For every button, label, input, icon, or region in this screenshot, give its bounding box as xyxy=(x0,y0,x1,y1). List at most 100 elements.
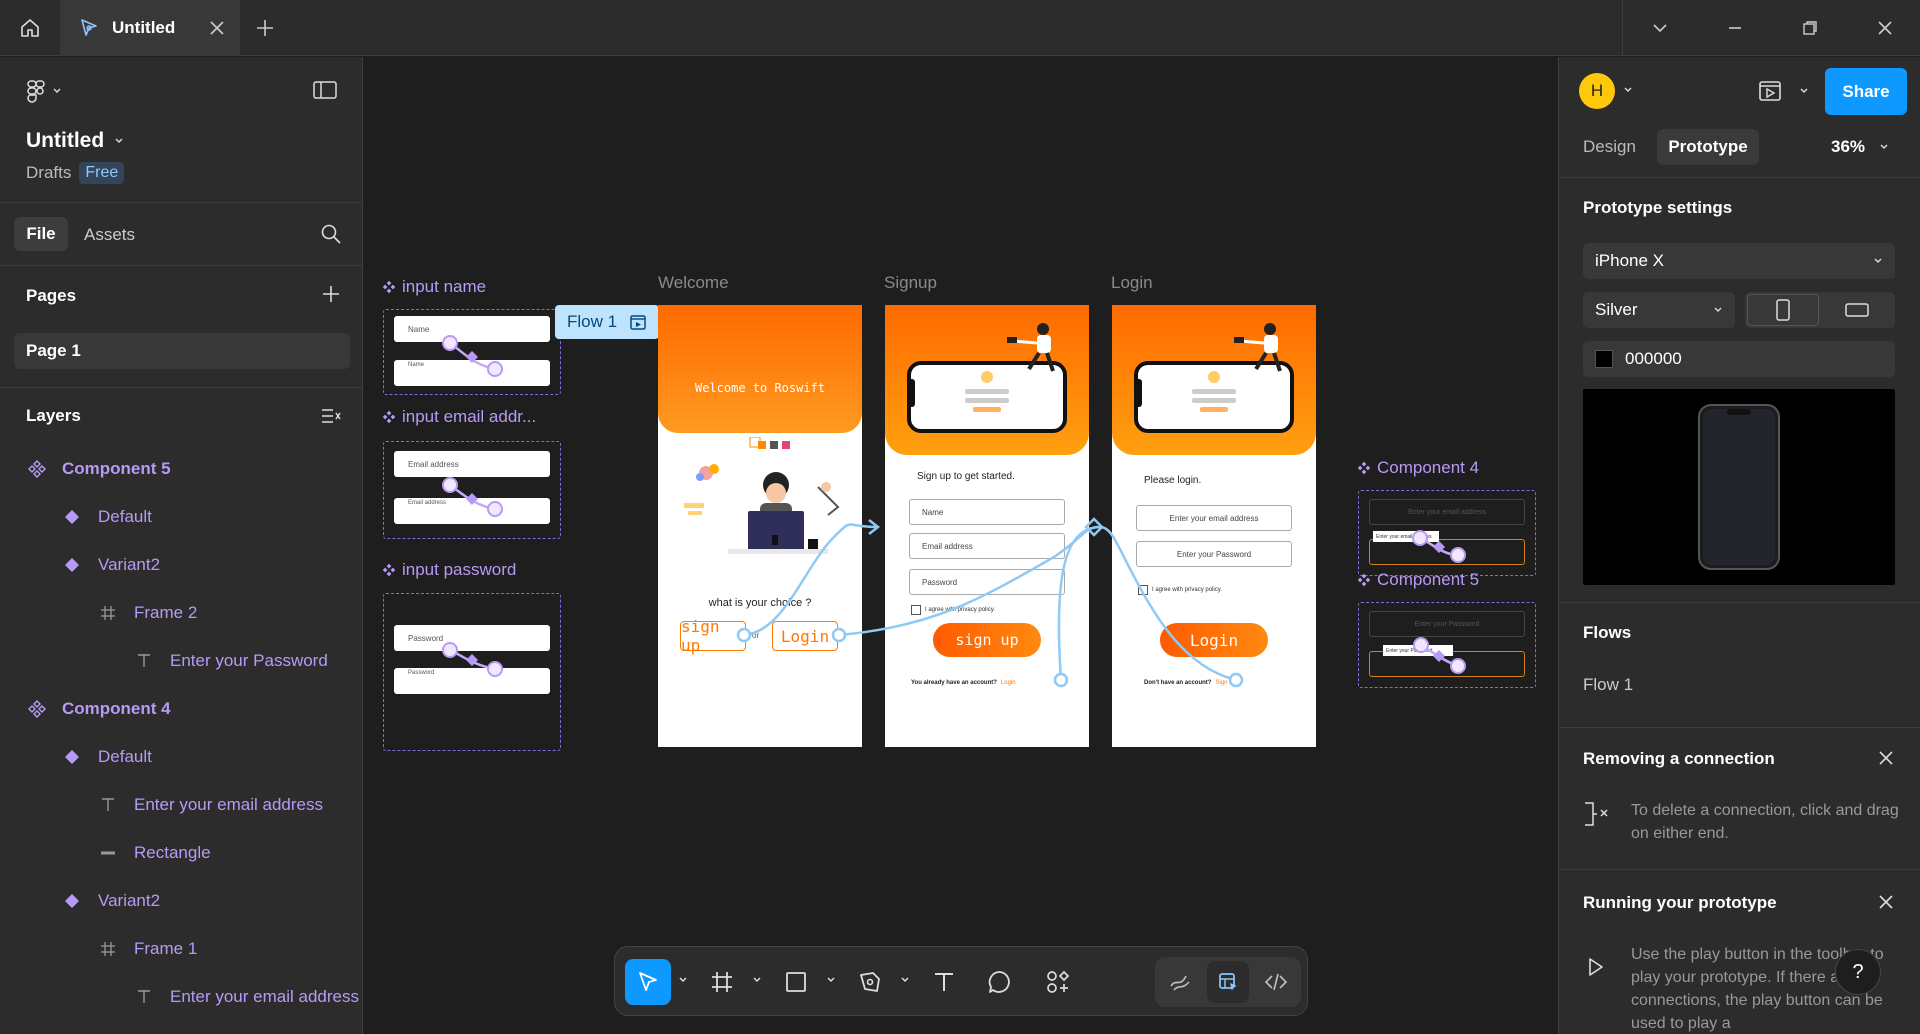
present-button[interactable] xyxy=(1757,78,1783,104)
frame-icon xyxy=(709,969,735,995)
close-window-button[interactable] xyxy=(1855,0,1915,56)
chevron-down-icon[interactable] xyxy=(751,974,763,986)
landscape-button[interactable] xyxy=(1821,294,1893,326)
layer-variant-default[interactable]: Default xyxy=(64,497,152,537)
chevron-down-icon[interactable] xyxy=(899,974,911,986)
layer-text-enter-email[interactable]: Enter your email address xyxy=(136,977,362,1017)
layer-text-enter-email[interactable]: Enter your email address xyxy=(100,785,323,825)
pen-tool[interactable] xyxy=(847,959,893,1005)
divider xyxy=(0,202,363,203)
chevron-down-icon xyxy=(1873,256,1883,266)
flow-item[interactable]: Flow 1 xyxy=(1583,675,1633,695)
page-item-page-1[interactable]: Page 1 xyxy=(14,333,350,369)
color-swatch[interactable] xyxy=(1595,350,1613,368)
tab-prototype[interactable]: Prototype xyxy=(1657,129,1759,165)
tabs-dropdown-button[interactable] xyxy=(1630,0,1690,56)
shape-tool[interactable] xyxy=(773,959,819,1005)
search-button[interactable] xyxy=(320,223,342,245)
layer-variant-variant2[interactable]: Variant2 xyxy=(64,881,160,921)
chevron-down-icon xyxy=(1879,142,1889,152)
device-select[interactable]: iPhone X xyxy=(1583,243,1895,279)
variant-icon xyxy=(64,893,80,909)
layer-text-enter-password[interactable]: Enter your Password xyxy=(136,641,328,681)
move-tool[interactable] xyxy=(625,959,671,1005)
draw-icon xyxy=(1168,970,1192,994)
chevron-down-icon[interactable] xyxy=(677,974,689,986)
divider xyxy=(0,265,363,266)
comment-icon xyxy=(987,969,1013,995)
layer-frame-2[interactable]: Frame 2 xyxy=(100,593,197,633)
text-tool[interactable] xyxy=(921,959,967,1005)
minimize-button[interactable] xyxy=(1705,0,1765,56)
resources-tool[interactable] xyxy=(1035,959,1081,1005)
restore-button[interactable] xyxy=(1780,0,1840,56)
layer-variant-variant2[interactable]: Variant2 xyxy=(64,545,160,585)
device-model-select[interactable]: Silver xyxy=(1583,292,1735,328)
pages-heading: Pages xyxy=(26,286,77,305)
chevron-down-icon xyxy=(114,136,124,146)
dismiss-tip-button[interactable] xyxy=(1877,893,1895,911)
avatar[interactable]: H xyxy=(1579,73,1615,109)
layer-label: Component 5 xyxy=(62,459,171,478)
chevron-down-icon[interactable] xyxy=(1799,86,1809,96)
portrait-button[interactable] xyxy=(1747,294,1819,326)
cursor-icon xyxy=(635,969,661,995)
share-button[interactable]: Share xyxy=(1825,68,1907,115)
tab-file[interactable]: File xyxy=(14,217,68,251)
collapse-layers-button[interactable] xyxy=(320,406,342,426)
layers-heading: Layers xyxy=(26,406,81,425)
chevron-down-icon[interactable] xyxy=(1623,85,1633,95)
close-icon xyxy=(1876,19,1894,37)
layer-rectangle[interactable]: Rectangle xyxy=(100,833,211,873)
iphone-frame-icon xyxy=(1697,403,1781,571)
layer-label: Frame 2 xyxy=(134,603,198,622)
variant-icon xyxy=(64,749,80,765)
sidebar-icon xyxy=(312,79,338,101)
bottom-toolbar xyxy=(614,946,1308,1016)
rectangle-icon xyxy=(783,969,809,995)
comment-tool[interactable] xyxy=(977,959,1023,1005)
text-icon xyxy=(931,969,957,995)
layer-label: Enter your email address xyxy=(134,795,323,814)
layer-frame-1[interactable]: Frame 1 xyxy=(100,929,197,969)
figma-file-icon xyxy=(78,17,100,39)
tab-untitled[interactable]: Untitled xyxy=(60,0,240,56)
text-icon xyxy=(100,797,116,813)
layer-label: Default xyxy=(98,507,152,526)
tab-assets[interactable]: Assets xyxy=(84,225,135,245)
close-icon xyxy=(1877,749,1895,767)
file-name-menu[interactable]: Untitled xyxy=(26,129,124,153)
zoom-control[interactable]: 36% xyxy=(1831,137,1889,157)
model-value: Silver xyxy=(1595,300,1638,319)
plus-icon xyxy=(255,18,275,38)
code-icon xyxy=(1264,970,1288,994)
draw-mode-button[interactable] xyxy=(1159,961,1201,1003)
canvas[interactable]: input name Name Name input email addr...… xyxy=(364,57,1557,1034)
disconnect-icon xyxy=(1583,799,1611,829)
chevron-down-icon[interactable] xyxy=(825,974,837,986)
layer-component-4[interactable]: Component 4 xyxy=(28,689,171,729)
design-mode-button[interactable] xyxy=(1207,961,1249,1003)
layer-variant-default[interactable]: Default xyxy=(64,737,152,777)
dismiss-tip-button[interactable] xyxy=(1877,749,1895,767)
home-button[interactable] xyxy=(0,0,60,56)
divider xyxy=(1559,727,1920,728)
background-color-input[interactable]: 000000 xyxy=(1583,341,1895,377)
new-tab-button[interactable] xyxy=(240,0,290,56)
dev-mode-button[interactable] xyxy=(1255,961,1297,1003)
main-menu-button[interactable] xyxy=(26,79,62,103)
divider xyxy=(1559,602,1920,603)
frame-tool[interactable] xyxy=(699,959,745,1005)
toggle-sidebar-button[interactable] xyxy=(312,79,338,101)
add-page-button[interactable] xyxy=(321,284,341,304)
layer-component-5[interactable]: Component 5 xyxy=(28,449,171,489)
zoom-value: 36% xyxy=(1831,137,1866,156)
file-location[interactable]: Drafts xyxy=(26,163,71,183)
divider xyxy=(1559,177,1920,178)
plan-badge[interactable]: Free xyxy=(79,162,125,184)
help-button[interactable]: ? xyxy=(1835,949,1881,995)
prototype-connections[interactable] xyxy=(364,57,1557,1034)
close-tab-icon[interactable] xyxy=(208,19,226,37)
close-icon xyxy=(1877,893,1895,911)
tab-design[interactable]: Design xyxy=(1583,137,1636,157)
